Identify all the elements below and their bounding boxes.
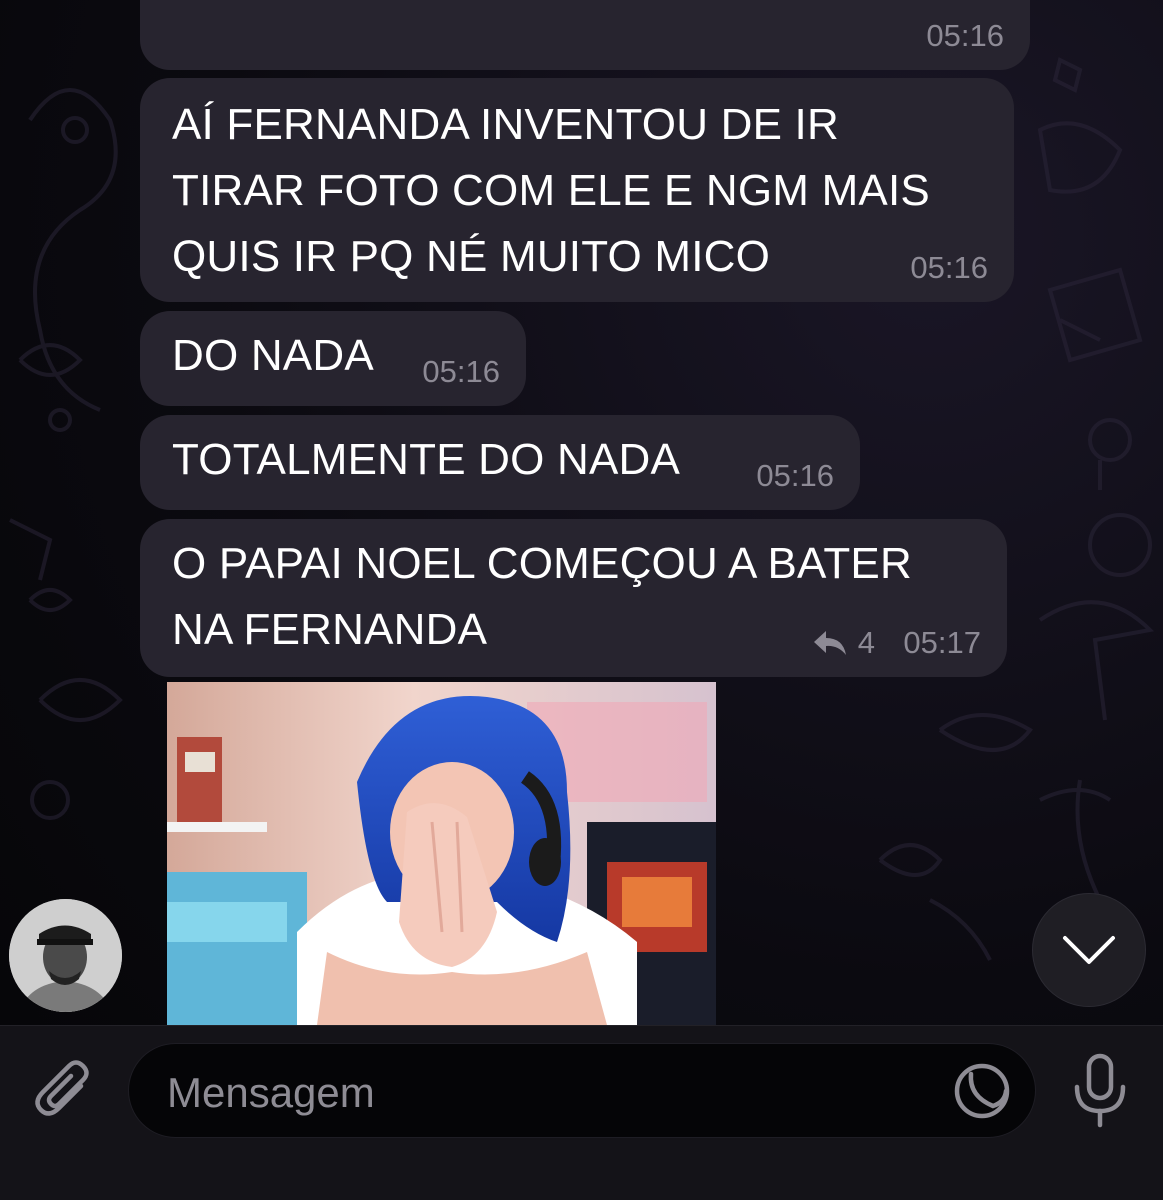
message-time: 05:16: [756, 458, 834, 493]
media-attachment[interactable]: [167, 682, 716, 1025]
paperclip-icon: [35, 1060, 89, 1116]
attach-button[interactable]: [28, 1055, 100, 1127]
reply-arrow-icon: [813, 631, 846, 655]
media-image: [167, 682, 716, 1025]
message-bubble[interactable]: O PAPAI NOEL COMEÇOU A BATER NA FERNANDA…: [140, 519, 1007, 677]
message-text: AÍ FERNANDA INVENTOU DE IR TIRAR FOTO CO…: [172, 100, 930, 281]
message-bubble[interactable]: 05:16: [140, 0, 1030, 70]
sticker-button[interactable]: [951, 1060, 1013, 1122]
message-bubble[interactable]: TOTALMENTE DO NADA 05:16: [140, 415, 860, 510]
chevron-down-icon: [1063, 936, 1115, 964]
message-time: 05:16: [910, 250, 988, 285]
avatar-photo: [9, 899, 122, 1012]
message-bubble[interactable]: DO NADA 05:16: [140, 311, 526, 406]
reply-count-value: 4: [857, 625, 875, 660]
message-input[interactable]: [165, 1054, 939, 1131]
microphone-icon: [1074, 1053, 1126, 1128]
sticker-icon: [954, 1063, 1010, 1119]
message-input-box: [128, 1043, 1036, 1138]
sender-avatar[interactable]: [9, 899, 122, 1012]
chat-screen: 05:16 AÍ FERNANDA INVENTOU DE IR TIRAR F…: [0, 0, 1163, 1200]
microphone-button[interactable]: [1064, 1050, 1136, 1132]
scroll-down-button[interactable]: [1032, 893, 1146, 1007]
message-time: 05:17: [903, 625, 981, 660]
message-text: TOTALMENTE DO NADA: [172, 435, 681, 484]
message-bubble[interactable]: AÍ FERNANDA INVENTOU DE IR TIRAR FOTO CO…: [140, 78, 1014, 302]
message-time: 05:16: [422, 354, 500, 389]
reply-count[interactable]: 4: [812, 625, 875, 661]
message-time: 05:16: [926, 18, 1004, 53]
